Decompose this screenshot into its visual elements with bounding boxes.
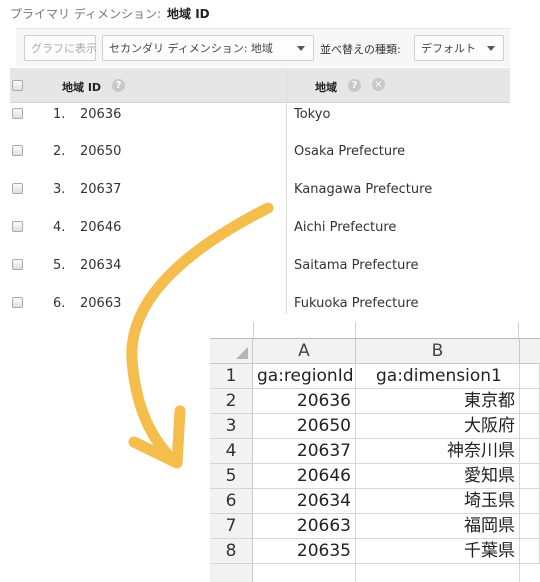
table-toolbar: グラフに表示 セカンダリ ディメンション: 地域 並べ替えの種類: デフォルト [16, 28, 510, 67]
row-header[interactable]: 4 [210, 439, 253, 464]
region-name-cell: Osaka Prefecture [294, 144, 406, 159]
spreadsheet-cell[interactable]: 大阪府 [356, 414, 520, 439]
table-row: 5. 20634 Saitama Prefecture [10, 248, 510, 287]
spreadsheet-cell[interactable]: 福岡県 [356, 514, 520, 539]
row-number: 6. [53, 296, 66, 311]
spreadsheet-cell[interactable] [520, 389, 540, 414]
spreadsheet-cell[interactable] [520, 364, 540, 389]
sort-type-label: 並べ替えの種類: [320, 43, 401, 56]
spreadsheet-cell[interactable]: 埼玉県 [356, 489, 520, 514]
primary-dimension-value[interactable]: 地域 ID [167, 7, 210, 21]
spreadsheet-cell[interactable] [520, 414, 540, 439]
row-number: 4. [53, 220, 66, 235]
row-header[interactable]: 2 [210, 389, 253, 414]
row-checkbox[interactable] [12, 145, 23, 156]
secondary-dimension-label: セカンダリ ディメンション: 地域 [109, 42, 273, 55]
sort-type-value: デフォルト [421, 42, 476, 55]
region-name-cell: Tokyo [294, 107, 331, 122]
spreadsheet-cell[interactable] [520, 464, 540, 489]
spreadsheet-cell[interactable]: 20650 [253, 414, 356, 439]
spreadsheet-cell[interactable]: 20663 [253, 514, 356, 539]
row-checkbox[interactable] [12, 297, 23, 308]
row-header[interactable]: 5 [210, 464, 253, 489]
spreadsheet-cell[interactable] [520, 489, 540, 514]
region-id-cell: 20637 [80, 182, 122, 197]
row-number: 3. [53, 182, 66, 197]
row-header[interactable]: 1 [210, 364, 253, 389]
help-icon[interactable]: ? [112, 79, 125, 92]
show-chart-button[interactable]: グラフに表示 [24, 35, 97, 61]
region-id-cell: 20646 [80, 220, 122, 235]
row-header[interactable]: 8 [210, 539, 253, 564]
spreadsheet-cell[interactable]: 千葉県 [356, 539, 520, 564]
row-number: 2. [53, 144, 66, 159]
column-divider [286, 134, 287, 172]
column-divider [286, 172, 287, 210]
row-checkbox[interactable] [12, 108, 23, 119]
corner-triangle-icon [236, 347, 248, 359]
row-checkbox[interactable] [12, 259, 23, 270]
spreadsheet-cell[interactable]: 神奈川県 [356, 439, 520, 464]
column-header-c[interactable] [520, 339, 540, 364]
region-name-cell: Kanagawa Prefecture [294, 182, 433, 197]
column-divider [286, 210, 287, 248]
sort-type-dropdown[interactable]: デフォルト [414, 35, 504, 61]
spreadsheet-cell[interactable]: 20636 [253, 389, 356, 414]
spreadsheet-cell[interactable]: 20634 [253, 489, 356, 514]
primary-dimension-label: プライマリ ディメンション: [10, 7, 162, 21]
spreadsheet-cell[interactable]: 20646 [253, 464, 356, 489]
row-checkbox[interactable] [12, 183, 23, 194]
region-name-cell: Fukuoka Prefecture [294, 296, 419, 311]
column-header-region-id[interactable]: 地域 ID [62, 79, 101, 95]
spreadsheet-cell[interactable] [520, 539, 540, 564]
spreadsheet-cell[interactable]: 東京都 [356, 389, 520, 414]
table-row: 2. 20650 Osaka Prefecture [10, 134, 510, 173]
row-header[interactable]: 3 [210, 414, 253, 439]
row-header[interactable] [210, 564, 253, 582]
row-number: 1. [53, 107, 66, 122]
column-header-b[interactable]: B [356, 339, 520, 364]
chevron-down-icon [297, 46, 305, 51]
row-checkbox[interactable] [12, 221, 23, 232]
spreadsheet-cell[interactable]: ga:dimension1 [356, 364, 520, 389]
region-id-cell: 20634 [80, 258, 122, 273]
table-row: 6. 20663 Fukuoka Prefecture [10, 286, 510, 314]
select-all-checkbox[interactable] [12, 80, 23, 91]
chevron-down-icon [487, 46, 495, 51]
column-divider [286, 68, 287, 102]
spreadsheet-cell[interactable] [520, 439, 540, 464]
table-header: 地域 ID ? 地域 ? × [10, 68, 510, 103]
spreadsheet-cell[interactable] [520, 514, 540, 539]
spreadsheet-cell[interactable]: 愛知県 [356, 464, 520, 489]
column-header-region[interactable]: 地域 [315, 79, 337, 95]
help-icon[interactable]: ? [348, 79, 361, 92]
column-header-a[interactable]: A [253, 339, 356, 364]
column-divider [286, 286, 287, 314]
spreadsheet-top-strip [210, 322, 540, 339]
region-name-cell: Aichi Prefecture [294, 220, 397, 235]
select-all-corner[interactable] [210, 339, 253, 364]
row-header[interactable]: 6 [210, 489, 253, 514]
row-header[interactable]: 7 [210, 514, 253, 539]
spreadsheet-cell[interactable]: ga:regionId [253, 364, 356, 389]
remove-dimension-icon[interactable]: × [372, 78, 385, 91]
region-id-cell: 20663 [80, 296, 122, 311]
table-row: 4. 20646 Aichi Prefecture [10, 210, 510, 249]
arrow-head [128, 405, 186, 469]
spreadsheet-cell[interactable] [253, 564, 356, 582]
column-divider [286, 248, 287, 286]
secondary-dimension-dropdown[interactable]: セカンダリ ディメンション: 地域 [102, 35, 314, 61]
report-table: 地域 ID ? 地域 ? × 1. 20636 Tokyo 2. 20650 O… [10, 68, 510, 314]
region-id-cell: 20650 [80, 144, 122, 159]
region-name-cell: Saitama Prefecture [294, 258, 419, 273]
region-id-cell: 20636 [80, 107, 122, 122]
spreadsheet-cell[interactable]: 20637 [253, 439, 356, 464]
row-number: 5. [53, 258, 66, 273]
spreadsheet-cell[interactable]: 20635 [253, 539, 356, 564]
primary-dimension-line: プライマリ ディメンション: 地域 ID [10, 5, 210, 22]
table-row: 3. 20637 Kanagawa Prefecture [10, 172, 510, 211]
spreadsheet-cell[interactable] [356, 564, 520, 582]
spreadsheet: A B 1 ga:regionId ga:dimension1 2 20636 … [210, 322, 540, 582]
